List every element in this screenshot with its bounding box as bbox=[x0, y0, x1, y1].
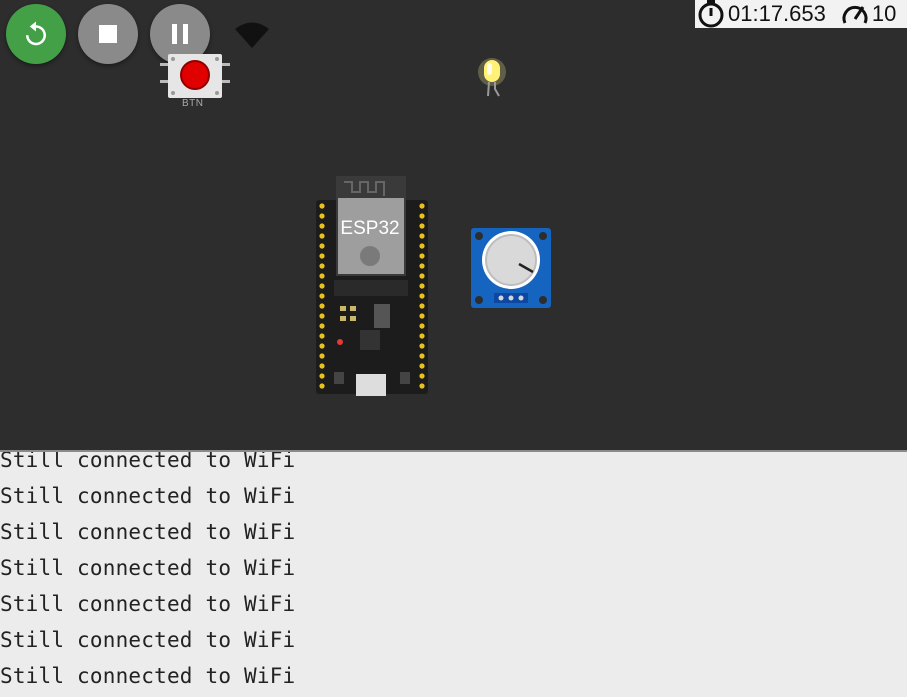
serial-line: Still connected to WiFi bbox=[0, 628, 296, 652]
restart-icon bbox=[26, 21, 46, 46]
esp32-label: ESP32 bbox=[340, 218, 399, 239]
simulation-canvas[interactable]: 01:17.653 10 BTN ESP32 bbox=[0, 0, 907, 450]
button-label: BTN bbox=[182, 98, 204, 109]
stopwatch-icon bbox=[698, 0, 724, 28]
potentiometer-component[interactable] bbox=[471, 228, 551, 308]
serial-line: Still connected to WiFi bbox=[0, 484, 296, 508]
simulation-timer: 01:17.653 bbox=[728, 1, 826, 26]
serial-line: Still connected to WiFi bbox=[0, 592, 296, 616]
stop-button[interactable] bbox=[78, 4, 138, 64]
serial-line: Still connected to WiFi bbox=[0, 452, 296, 472]
pause-icon bbox=[172, 24, 188, 44]
restart-button[interactable] bbox=[6, 4, 66, 64]
serial-line: Still connected to WiFi bbox=[0, 664, 296, 688]
speedometer-icon bbox=[842, 5, 868, 24]
stop-icon bbox=[99, 25, 117, 43]
serial-monitor[interactable]: Still connected to WiFi Still connected … bbox=[0, 452, 907, 697]
serial-line: Still connected to WiFi bbox=[0, 520, 296, 544]
simulation-speed: 10 bbox=[871, 1, 897, 26]
simulation-status-bar: 01:17.653 10 bbox=[695, 0, 907, 28]
wifi-icon bbox=[235, 22, 269, 48]
esp32-board[interactable]: ESP32 bbox=[316, 176, 428, 396]
serial-line: Still connected to WiFi bbox=[0, 556, 296, 580]
led-component[interactable] bbox=[478, 56, 508, 100]
